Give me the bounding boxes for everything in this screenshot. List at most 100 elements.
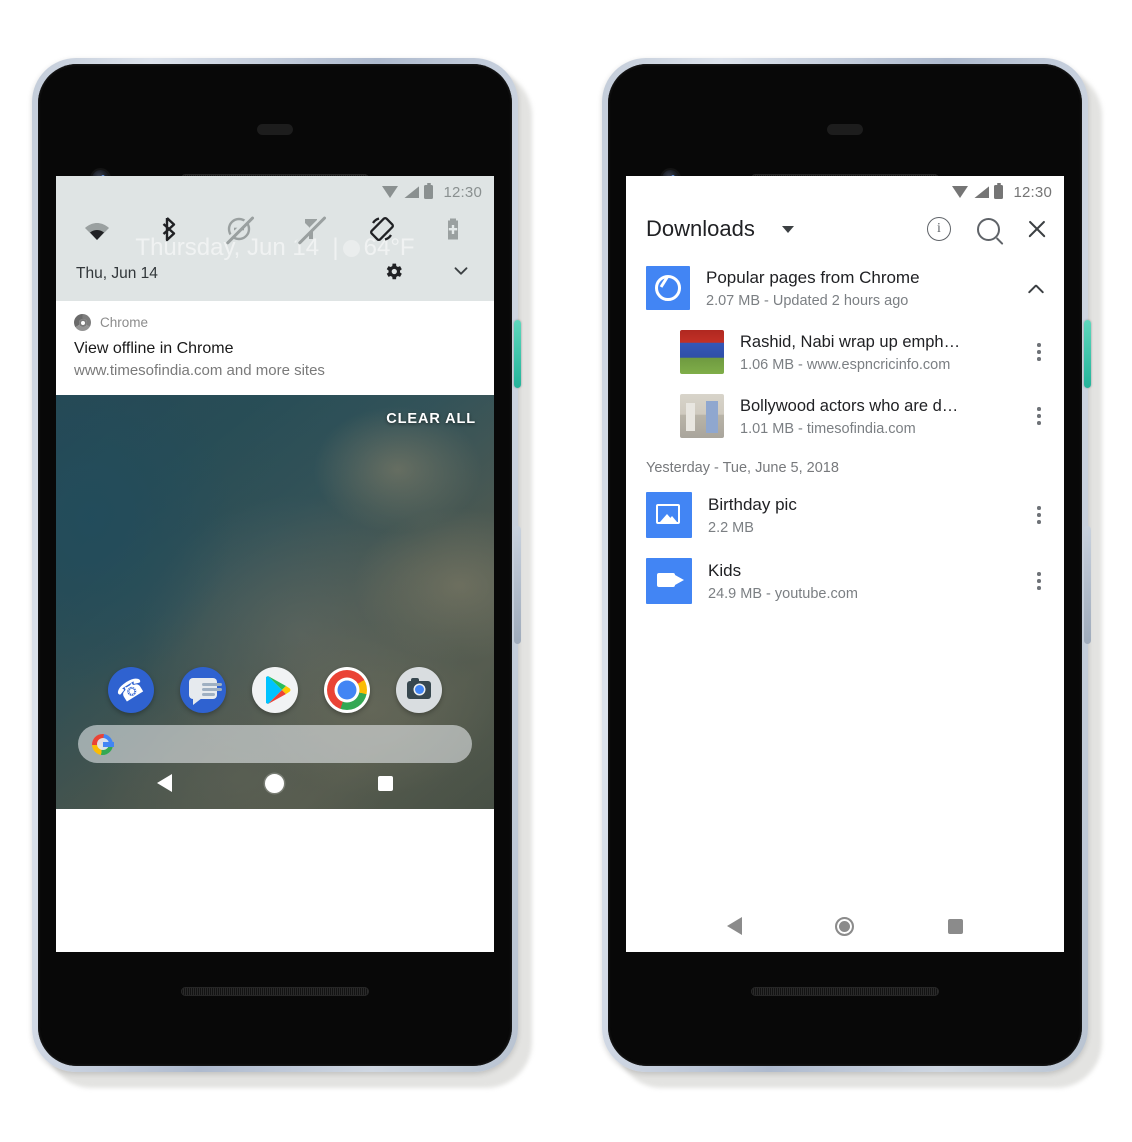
more-vert-icon[interactable] — [1028, 506, 1050, 524]
chrome-icon — [646, 266, 690, 310]
power-button[interactable] — [514, 320, 521, 388]
chrome-icon — [327, 670, 367, 710]
chevron-up-icon[interactable] — [1028, 280, 1044, 296]
top-notch — [827, 124, 863, 135]
home-screen-wallpaper: CLEAR ALL ☎ — [56, 395, 494, 809]
volume-rocker[interactable] — [514, 526, 521, 644]
wifi-icon — [382, 186, 399, 198]
wifi-tile[interactable] — [82, 214, 112, 244]
signal-icon — [974, 186, 990, 198]
navigation-bar — [56, 757, 494, 809]
chrome-icon — [74, 314, 91, 331]
row-meta: 1.06 MB - www.espncricinfo.com — [740, 356, 951, 373]
clear-all-button[interactable]: CLEAR ALL — [386, 411, 476, 427]
home-icon[interactable] — [835, 916, 855, 936]
table-row[interactable]: Kids 24.9 MB - youtube.com — [626, 548, 1064, 614]
more-vert-icon[interactable] — [1028, 572, 1050, 590]
status-time: 12:30 — [1013, 183, 1052, 201]
play-store-app[interactable] — [252, 667, 298, 713]
quick-settings-tiles — [56, 208, 494, 248]
more-vert-icon[interactable] — [1028, 343, 1050, 361]
wifi-icon — [952, 186, 969, 198]
recents-icon[interactable] — [378, 775, 394, 791]
image-icon — [646, 492, 692, 538]
row-text: Kids 24.9 MB - youtube.com — [708, 560, 1012, 602]
date-header: Yesterday - Tue, June 5, 2018 — [646, 460, 839, 476]
row-meta: 2.2 MB — [708, 519, 754, 536]
downloads-screen: 12:30 Downloads i Popular pages from Chr… — [626, 176, 1064, 952]
phone-icon: ☎ — [111, 670, 150, 709]
quick-settings-shade: 12:30 Thursday, Jun 14 | 64°F Thu, Jun 1… — [56, 176, 494, 301]
group-title: Popular pages from Chrome — [706, 268, 920, 288]
chevron-down-icon[interactable] — [450, 260, 472, 287]
row-text: Birthday pic 2.2 MB — [708, 494, 1012, 536]
navigation-bar — [626, 900, 1064, 952]
back-icon[interactable] — [156, 774, 172, 792]
battery-saver-tile[interactable] — [438, 214, 468, 244]
app-bar-actions: i — [927, 217, 1048, 241]
bottom-speaker — [181, 987, 369, 996]
shade-date: Thu, Jun 14 — [76, 264, 158, 282]
close-icon[interactable] — [1026, 218, 1048, 240]
info-icon[interactable]: i — [927, 217, 951, 241]
row-title: Kids — [708, 561, 742, 581]
flashlight-tile[interactable] — [296, 214, 326, 245]
home-icon[interactable] — [265, 773, 285, 793]
message-icon — [189, 678, 222, 705]
notification-app-row: Chrome — [74, 314, 476, 331]
bottom-speaker — [751, 987, 939, 996]
row-title: Birthday pic — [708, 495, 797, 515]
row-meta: 1.01 MB - timesofindia.com — [740, 420, 916, 437]
chrome-app[interactable] — [324, 667, 370, 713]
right-screen: 12:30 Downloads i Popular pages from Chr… — [626, 176, 1064, 952]
notification-card[interactable]: Chrome View offline in Chrome www.timeso… — [56, 301, 494, 395]
top-notch — [257, 124, 293, 135]
volume-rocker[interactable] — [1084, 526, 1091, 644]
status-bar: 12:30 — [56, 176, 494, 208]
signal-icon — [404, 186, 420, 198]
group-text: Popular pages from Chrome 2.07 MB - Upda… — [706, 267, 1012, 309]
table-row[interactable]: Birthday pic 2.2 MB — [626, 482, 1064, 548]
row-title: Rashid, Nabi wrap up emph… — [740, 333, 961, 352]
more-vert-icon[interactable] — [1028, 407, 1050, 425]
left-screen: 12:30 Thursday, Jun 14 | 64°F Thu, Jun 1… — [56, 176, 494, 952]
video-icon — [646, 558, 692, 604]
table-row[interactable]: Rashid, Nabi wrap up emph… 1.06 MB - www… — [626, 320, 1064, 384]
downloads-app-bar: Downloads i — [626, 208, 1064, 256]
back-icon[interactable] — [726, 917, 742, 935]
row-meta: 24.9 MB - youtube.com — [708, 585, 858, 602]
cricket-thumbnail — [680, 330, 724, 374]
shade-footer: Thu, Jun 14 — [56, 248, 494, 301]
google-logo-icon — [92, 733, 114, 755]
play-store-icon — [266, 676, 291, 704]
phone-left: 12:30 Thursday, Jun 14 | 64°F Thu, Jun 1… — [32, 58, 532, 1088]
page-title: Downloads — [646, 216, 755, 241]
notification-subtitle: www.timesofindia.com and more sites — [74, 362, 325, 379]
camera-app[interactable] — [396, 667, 442, 713]
news-thumbnail — [680, 394, 724, 438]
battery-icon — [994, 182, 1004, 199]
row-text: Bollywood actors who are d… 1.01 MB - ti… — [740, 395, 1012, 436]
download-group-row[interactable]: Popular pages from Chrome 2.07 MB - Upda… — [626, 256, 1064, 320]
phone-app[interactable]: ☎ — [108, 667, 154, 713]
gear-icon[interactable] — [383, 261, 404, 287]
messages-app[interactable] — [180, 667, 226, 713]
phone-right: 12:30 Downloads i Popular pages from Chr… — [602, 58, 1102, 1088]
battery-icon — [424, 182, 434, 199]
chevron-down-icon[interactable] — [781, 225, 794, 233]
table-row[interactable]: Bollywood actors who are d… 1.01 MB - ti… — [626, 384, 1064, 448]
camera-icon — [407, 678, 431, 699]
recents-icon[interactable] — [948, 918, 964, 934]
notification-app-name: Chrome — [100, 315, 149, 330]
search-icon[interactable] — [977, 217, 1000, 241]
app-dock: ☎ — [56, 667, 494, 713]
group-meta: 2.07 MB - Updated 2 hours ago — [706, 292, 909, 309]
auto-rotate-tile[interactable] — [367, 214, 397, 244]
power-button[interactable] — [1084, 320, 1091, 388]
do-not-disturb-tile[interactable] — [224, 214, 255, 245]
notification-title: View offline in Chrome — [74, 340, 234, 357]
status-time: 12:30 — [443, 183, 482, 201]
row-text: Rashid, Nabi wrap up emph… 1.06 MB - www… — [740, 331, 1012, 372]
row-title: Bollywood actors who are d… — [740, 397, 959, 416]
bluetooth-tile[interactable] — [153, 214, 183, 244]
